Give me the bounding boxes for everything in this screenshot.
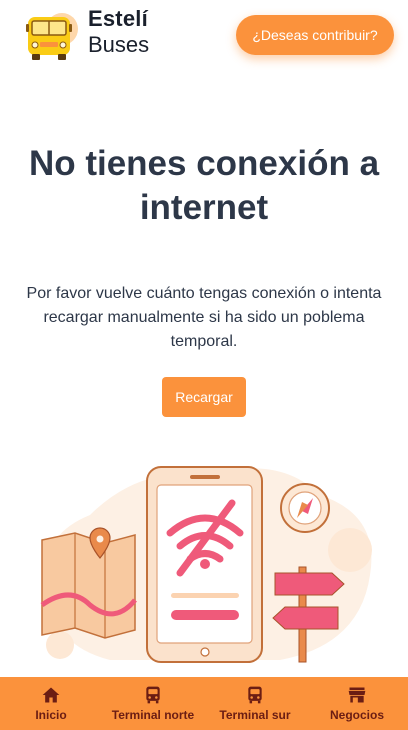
reload-button[interactable]: Recargar — [162, 377, 246, 417]
home-icon — [42, 687, 60, 703]
nav-label: Inicio — [35, 708, 67, 722]
nav-label: Terminal norte — [111, 708, 195, 722]
nav-item-negocios[interactable]: Negocios — [306, 677, 408, 730]
nav-item-terminal-sur[interactable]: Terminal sur — [204, 677, 306, 730]
nav-label: Negocios — [329, 708, 384, 722]
brand-subtitle: Buses — [88, 32, 150, 57]
no-wifi-phone-illustration — [40, 466, 372, 663]
contribute-button[interactable]: ¿Deseas contribuir? — [236, 15, 394, 55]
offline-message: Por favor vuelve cuánto tengas conexión … — [26, 285, 382, 350]
bus-icon[interactable] — [22, 7, 80, 63]
page-title: No tienes conexión a internet — [28, 144, 380, 227]
bottom-navigation: Inicio Terminal norte Terminal sur Negoc… — [0, 677, 408, 730]
bus-icon — [248, 686, 262, 704]
nav-item-inicio[interactable]: Inicio — [0, 677, 102, 730]
brand-name[interactable]: Estelí Buses — [88, 8, 149, 56]
brand-title: Estelí — [88, 6, 148, 31]
phone-icon — [146, 466, 263, 663]
nav-label: Terminal sur — [219, 708, 291, 722]
app-header: Estelí Buses ¿Deseas contribuir? — [0, 0, 408, 80]
compass-icon — [280, 483, 330, 533]
map-icon — [40, 527, 137, 639]
store-icon — [348, 687, 366, 703]
bus-icon — [146, 686, 160, 704]
nav-item-terminal-norte[interactable]: Terminal norte — [102, 677, 204, 730]
